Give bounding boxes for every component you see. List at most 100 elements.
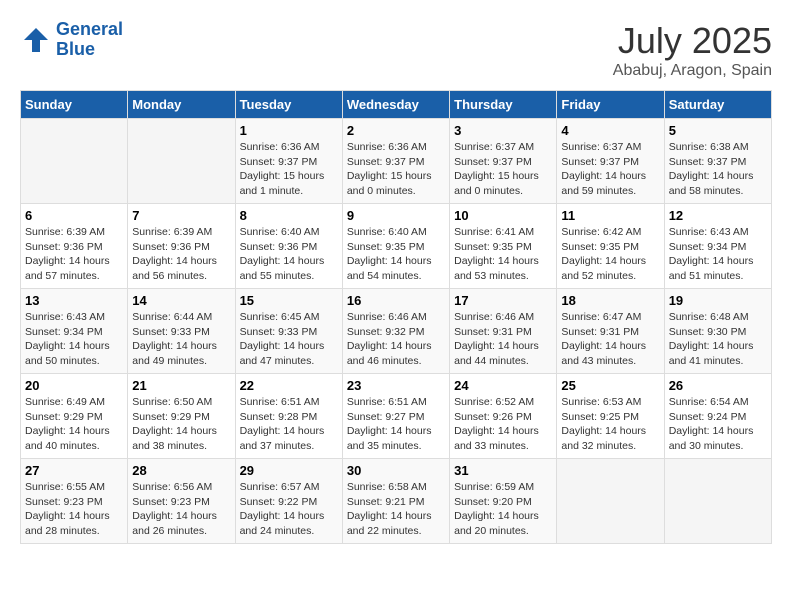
day-number: 8 — [240, 208, 338, 223]
calendar-cell: 28Sunrise: 6:56 AM Sunset: 9:23 PM Dayli… — [128, 459, 235, 544]
day-info: Sunrise: 6:42 AM Sunset: 9:35 PM Dayligh… — [561, 225, 659, 284]
day-number: 16 — [347, 293, 445, 308]
day-number: 7 — [132, 208, 230, 223]
day-info: Sunrise: 6:52 AM Sunset: 9:26 PM Dayligh… — [454, 395, 552, 454]
weekday-header-row: SundayMondayTuesdayWednesdayThursdayFrid… — [21, 91, 772, 119]
calendar-cell: 26Sunrise: 6:54 AM Sunset: 9:24 PM Dayli… — [664, 374, 771, 459]
day-number: 5 — [669, 123, 767, 138]
day-number: 15 — [240, 293, 338, 308]
day-info: Sunrise: 6:41 AM Sunset: 9:35 PM Dayligh… — [454, 225, 552, 284]
calendar-cell: 1Sunrise: 6:36 AM Sunset: 9:37 PM Daylig… — [235, 119, 342, 204]
day-number: 13 — [25, 293, 123, 308]
day-info: Sunrise: 6:58 AM Sunset: 9:21 PM Dayligh… — [347, 480, 445, 539]
day-info: Sunrise: 6:37 AM Sunset: 9:37 PM Dayligh… — [561, 140, 659, 199]
calendar-cell — [128, 119, 235, 204]
title-block: July 2025 Ababuj, Aragon, Spain — [613, 20, 772, 80]
day-number: 19 — [669, 293, 767, 308]
calendar-cell: 4 Sunrise: 6:37 AM Sunset: 9:37 PM Daylig… — [557, 119, 664, 204]
day-number: 18 — [561, 293, 659, 308]
day-info: Sunrise: 6:43 AM Sunset: 9:34 PM Dayligh… — [25, 310, 123, 369]
calendar-cell: 24 Sunrise: 6:52 AM Sunset: 9:26 PM Dayli… — [450, 374, 557, 459]
day-info: Sunrise: 6:51 AM Sunset: 9:28 PM Dayligh… — [240, 395, 338, 454]
calendar-cell: 9Sunrise: 6:40 AM Sunset: 9:35 PM Daylig… — [342, 204, 449, 289]
location-subtitle: Ababuj, Aragon, Spain — [613, 62, 772, 80]
day-number: 20 — [25, 378, 123, 393]
day-number: 11 — [561, 208, 659, 223]
calendar-cell: 21 Sunrise: 6:50 AM Sunset: 9:29 PM Dayli… — [128, 374, 235, 459]
calendar-cell: 29 Sunrise: 6:57 AM Sunset: 9:22 PM Dayli… — [235, 459, 342, 544]
day-number: 28 — [132, 463, 230, 478]
day-info: Sunrise: 6:46 AM Sunset: 9:31 PM Dayligh… — [454, 310, 552, 369]
day-info: Sunrise: 6:59 AM Sunset: 9:20 PM Dayligh… — [454, 480, 552, 539]
day-number: 30 — [347, 463, 445, 478]
day-info: Sunrise: 6:44 AM Sunset: 9:33 PM Dayligh… — [132, 310, 230, 369]
calendar-cell: 27Sunrise: 6:55 AM Sunset: 9:23 PM Dayli… — [21, 459, 128, 544]
day-info: Sunrise: 6:47 AM Sunset: 9:31 PM Dayligh… — [561, 310, 659, 369]
week-row-1: 6 Sunrise: 6:39 AM Sunset: 9:36 PM Daylig… — [21, 204, 772, 289]
day-info: Sunrise: 6:40 AM Sunset: 9:36 PM Dayligh… — [240, 225, 338, 284]
page-header: General Blue July 2025 Ababuj, Aragon, S… — [20, 20, 772, 80]
day-number: 4 — [561, 123, 659, 138]
weekday-header-thursday: Thursday — [450, 91, 557, 119]
day-number: 29 — [240, 463, 338, 478]
calendar-cell — [21, 119, 128, 204]
day-number: 31 — [454, 463, 552, 478]
day-number: 17 — [454, 293, 552, 308]
calendar-table: SundayMondayTuesdayWednesdayThursdayFrid… — [20, 90, 772, 544]
day-info: Sunrise: 6:39 AM Sunset: 9:36 PM Dayligh… — [132, 225, 230, 284]
logo-icon — [20, 24, 52, 56]
calendar-cell: 3 Sunrise: 6:37 AM Sunset: 9:37 PM Daylig… — [450, 119, 557, 204]
logo-line2: Blue — [56, 39, 95, 59]
calendar-cell: 15 Sunrise: 6:45 AM Sunset: 9:33 PM Dayli… — [235, 289, 342, 374]
logo-text: General Blue — [56, 20, 123, 60]
day-info: Sunrise: 6:50 AM Sunset: 9:29 PM Dayligh… — [132, 395, 230, 454]
calendar-cell: 25 Sunrise: 6:53 AM Sunset: 9:25 PM Dayli… — [557, 374, 664, 459]
calendar-cell — [664, 459, 771, 544]
month-title: July 2025 — [613, 20, 772, 62]
weekday-header-wednesday: Wednesday — [342, 91, 449, 119]
day-info: Sunrise: 6:49 AM Sunset: 9:29 PM Dayligh… — [25, 395, 123, 454]
day-info: Sunrise: 6:53 AM Sunset: 9:25 PM Dayligh… — [561, 395, 659, 454]
calendar-cell: 22Sunrise: 6:51 AM Sunset: 9:28 PM Dayli… — [235, 374, 342, 459]
day-number: 27 — [25, 463, 123, 478]
day-number: 24 — [454, 378, 552, 393]
calendar-cell: 23Sunrise: 6:51 AM Sunset: 9:27 PM Dayli… — [342, 374, 449, 459]
day-number: 3 — [454, 123, 552, 138]
calendar-cell: 2Sunrise: 6:36 AM Sunset: 9:37 PM Daylig… — [342, 119, 449, 204]
weekday-header-saturday: Saturday — [664, 91, 771, 119]
day-number: 6 — [25, 208, 123, 223]
calendar-cell: 19 Sunrise: 6:48 AM Sunset: 9:30 PM Dayli… — [664, 289, 771, 374]
weekday-header-tuesday: Tuesday — [235, 91, 342, 119]
day-info: Sunrise: 6:38 AM Sunset: 9:37 PM Dayligh… — [669, 140, 767, 199]
day-info: Sunrise: 6:39 AM Sunset: 9:36 PM Dayligh… — [25, 225, 123, 284]
day-number: 14 — [132, 293, 230, 308]
calendar-cell: 12 Sunrise: 6:43 AM Sunset: 9:34 PM Dayli… — [664, 204, 771, 289]
day-number: 23 — [347, 378, 445, 393]
day-info: Sunrise: 6:37 AM Sunset: 9:37 PM Dayligh… — [454, 140, 552, 199]
calendar-cell: 30 Sunrise: 6:58 AM Sunset: 9:21 PM Dayli… — [342, 459, 449, 544]
week-row-2: 13 Sunrise: 6:43 AM Sunset: 9:34 PM Dayli… — [21, 289, 772, 374]
day-number: 9 — [347, 208, 445, 223]
week-row-3: 20 Sunrise: 6:49 AM Sunset: 9:29 PM Dayli… — [21, 374, 772, 459]
day-info: Sunrise: 6:43 AM Sunset: 9:34 PM Dayligh… — [669, 225, 767, 284]
calendar-cell: 7 Sunrise: 6:39 AM Sunset: 9:36 PM Daylig… — [128, 204, 235, 289]
day-number: 25 — [561, 378, 659, 393]
week-row-4: 27Sunrise: 6:55 AM Sunset: 9:23 PM Dayli… — [21, 459, 772, 544]
calendar-cell: 8 Sunrise: 6:40 AM Sunset: 9:36 PM Daylig… — [235, 204, 342, 289]
calendar-cell: 31 Sunrise: 6:59 AM Sunset: 9:20 PM Dayli… — [450, 459, 557, 544]
logo-line1: General — [56, 19, 123, 39]
calendar-cell: 10 Sunrise: 6:41 AM Sunset: 9:35 PM Dayli… — [450, 204, 557, 289]
day-info: Sunrise: 6:46 AM Sunset: 9:32 PM Dayligh… — [347, 310, 445, 369]
day-info: Sunrise: 6:54 AM Sunset: 9:24 PM Dayligh… — [669, 395, 767, 454]
day-number: 21 — [132, 378, 230, 393]
calendar-cell: 17 Sunrise: 6:46 AM Sunset: 9:31 PM Dayli… — [450, 289, 557, 374]
day-number: 10 — [454, 208, 552, 223]
day-number: 12 — [669, 208, 767, 223]
day-info: Sunrise: 6:36 AM Sunset: 9:37 PM Dayligh… — [347, 140, 445, 199]
day-info: Sunrise: 6:48 AM Sunset: 9:30 PM Dayligh… — [669, 310, 767, 369]
day-info: Sunrise: 6:57 AM Sunset: 9:22 PM Dayligh… — [240, 480, 338, 539]
weekday-header-monday: Monday — [128, 91, 235, 119]
day-info: Sunrise: 6:36 AM Sunset: 9:37 PM Dayligh… — [240, 140, 338, 199]
day-info: Sunrise: 6:45 AM Sunset: 9:33 PM Dayligh… — [240, 310, 338, 369]
weekday-header-sunday: Sunday — [21, 91, 128, 119]
